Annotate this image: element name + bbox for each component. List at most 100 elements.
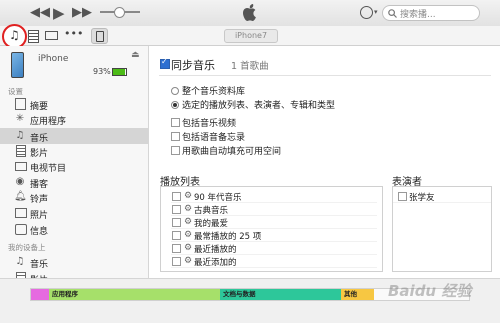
selected-playlists-radio[interactable]: [171, 101, 179, 109]
battery-icon: [112, 68, 127, 76]
gear-icon: ⚙: [184, 217, 193, 227]
music-note-icon: ♫: [15, 256, 25, 267]
next-track-icon[interactable]: ▶▶: [72, 5, 92, 20]
playlist-row[interactable]: ⚙ 最近添加的: [171, 255, 377, 268]
radio-dot: [173, 103, 177, 107]
playlist-label: 我的最爱: [194, 219, 229, 229]
include-videos-checkbox[interactable]: [171, 118, 180, 127]
volume-slider[interactable]: [100, 7, 140, 18]
playlist-label: 最近添加的: [194, 258, 237, 268]
film-icon: [16, 145, 26, 157]
summary-icon: [15, 98, 26, 110]
device-name: iPhone: [38, 54, 69, 64]
account-icon[interactable]: [360, 6, 373, 19]
playlist-checkbox[interactable]: [172, 244, 181, 253]
playlist-row[interactable]: ⚙ 古典音乐: [171, 203, 377, 216]
search-placeholder: 搜索播...: [400, 10, 436, 20]
playlist-checkbox[interactable]: [172, 192, 181, 201]
playlist-checkbox[interactable]: [172, 257, 181, 266]
playlist-row[interactable]: ⚙ 最常播放的 25 项: [171, 229, 377, 242]
artists-list[interactable]: 张学友: [392, 186, 492, 272]
storage-segment-documents: 文档与数据: [220, 289, 341, 300]
storage-segment-apps: 应用程序: [49, 289, 220, 300]
sidebar-device-music[interactable]: ♫ 音乐: [0, 254, 148, 270]
entire-library-label: 整个音乐资料库: [182, 87, 246, 97]
bell-icon: 🔔︎: [14, 191, 27, 202]
playlist-checkbox[interactable]: [172, 231, 181, 240]
autofill-label: 用歌曲自动填充可用空间: [182, 147, 282, 157]
volume-knob[interactable]: [114, 7, 125, 18]
film-source-icon[interactable]: [28, 30, 39, 43]
sidebar: iPhone 93% ⏏ 设置 摘要 ✳ 应用程序 ♫ 音乐 影片 电视节目 ◉…: [0, 46, 149, 278]
account-chevron-icon[interactable]: ▾: [374, 8, 378, 16]
device-battery-text: 93%: [93, 67, 111, 76]
sidebar-item-podcasts[interactable]: ◉ 播客: [0, 174, 148, 190]
playlist-row[interactable]: ⚙ 90 年代音乐: [171, 190, 377, 203]
playlist-label: 90 年代音乐: [194, 193, 242, 203]
device-thumbnail-icon: [11, 52, 24, 78]
sidebar-device-movies[interactable]: 影片: [0, 270, 148, 278]
prev-track-icon[interactable]: ◀◀: [30, 5, 50, 20]
music-sync-panel: ✓ 同步音乐 1 首歌曲 整个音乐资料库 选定的播放列表、表演者、专辑和类型 包…: [149, 46, 500, 278]
include-videos-label: 包括音乐视频: [182, 119, 237, 129]
tv-source-icon[interactable]: [45, 31, 58, 40]
gear-icon: ⚙: [184, 256, 193, 266]
podcast-icon: ◉: [15, 176, 25, 187]
device-button[interactable]: [91, 28, 108, 44]
include-voice-memos-checkbox[interactable]: [171, 132, 180, 141]
playlist-row[interactable]: ⚙ 最近播放的: [171, 242, 377, 255]
playlist-checkbox[interactable]: [172, 205, 181, 214]
iphone-badge[interactable]: iPhone7: [224, 29, 278, 43]
artist-checkbox[interactable]: [398, 192, 407, 201]
sidebar-item-tv[interactable]: 电视节目: [0, 158, 148, 174]
sidebar-item-music[interactable]: ♫ 音乐: [0, 128, 148, 144]
sidebar-item-label: 应用程序: [30, 117, 67, 127]
sync-song-count: 1 首歌曲: [231, 61, 269, 72]
sync-music-label: 同步音乐: [171, 59, 215, 72]
source-toolbar: ♫ ••• iPhone7: [0, 24, 500, 49]
sidebar-item-label: 信息: [30, 227, 49, 237]
title-bar: ◀◀ ▶ ▶▶ ▾ 搜索播...: [0, 0, 500, 27]
sidebar-item-apps[interactable]: ✳ 应用程序: [0, 111, 148, 127]
sync-music-checkbox[interactable]: ✓: [160, 57, 170, 69]
playlist-label: 最近播放的: [194, 245, 237, 255]
more-icon[interactable]: •••: [64, 27, 83, 40]
search-input[interactable]: 搜索播...: [382, 5, 480, 21]
playlists-list[interactable]: ⚙ 90 年代音乐 ⚙ 古典音乐 ⚙ 我的最爱 ⚙ 最常播放的 25 项 ⚙ 最…: [160, 186, 383, 272]
photo-icon: [15, 208, 27, 218]
sidebar-item-summary[interactable]: 摘要: [0, 96, 148, 112]
sidebar-item-movies[interactable]: 影片: [0, 143, 148, 159]
selected-playlists-label: 选定的播放列表、表演者、专辑和类型: [182, 101, 336, 111]
device-phone-icon: [96, 31, 104, 42]
storage-segment-other: 其他: [341, 289, 374, 300]
sidebar-item-label: 铃声: [30, 195, 49, 205]
info-icon: [15, 224, 27, 235]
search-icon: [388, 9, 397, 18]
entire-library-radio[interactable]: [171, 87, 179, 95]
sidebar-item-label: 照片: [30, 211, 49, 221]
watermark: Baidu 经验: [388, 282, 472, 300]
divider: [159, 75, 491, 76]
mydevice-header: 我的设备上: [8, 243, 46, 252]
sidebar-item-ringtones[interactable]: 🔔︎ 铃声: [0, 189, 148, 205]
tv-icon: [15, 162, 27, 171]
battery-fill: [113, 69, 126, 75]
autofill-checkbox[interactable]: [171, 146, 180, 155]
include-voice-memos-label: 包括语音备忘录: [182, 133, 246, 143]
music-note-icon: ♫: [9, 28, 20, 42]
gear-icon: ⚙: [184, 204, 193, 214]
gear-icon: ⚙: [184, 230, 193, 240]
playlist-checkbox[interactable]: [172, 218, 181, 227]
sidebar-item-photos[interactable]: 照片: [0, 205, 148, 221]
eject-icon[interactable]: ⏏: [131, 50, 140, 60]
playlist-label: 古典音乐: [194, 206, 229, 216]
music-note-icon: ♫: [15, 130, 25, 141]
artist-row[interactable]: 张学友: [393, 190, 491, 203]
gear-icon: ⚙: [184, 243, 193, 253]
storage-segment-media: [31, 289, 49, 300]
playlist-row[interactable]: ⚙ 我的最爱: [171, 216, 377, 229]
gear-icon: ⚙: [184, 191, 193, 201]
sidebar-item-info[interactable]: 信息: [0, 221, 148, 237]
play-icon[interactable]: ▶: [53, 4, 65, 22]
checkmark-icon: ✓: [161, 57, 168, 66]
